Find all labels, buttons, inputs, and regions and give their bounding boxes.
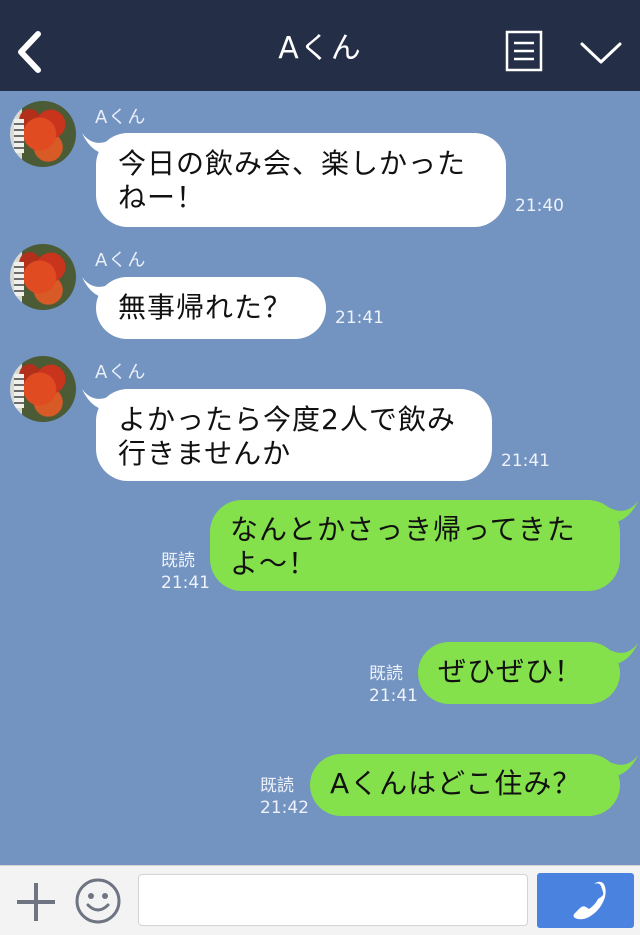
message-time: 21:41	[335, 308, 384, 328]
message-time: 21:41	[501, 451, 550, 471]
message-time: 21:42	[260, 798, 309, 818]
back-button[interactable]	[12, 30, 48, 74]
chevron-left-icon	[18, 31, 41, 73]
message-input-bar	[0, 865, 640, 935]
message-bubble[interactable]: なんとかさっき帰ってきた よ〜！	[210, 500, 620, 591]
smiley-icon	[75, 878, 121, 924]
read-receipt: 既読 21:41	[369, 663, 418, 707]
read-status: 既読	[369, 664, 403, 684]
message-text: よかったら今度2人で飲み	[118, 403, 456, 436]
message-time: 21:41	[369, 686, 418, 706]
chevron-down-icon	[580, 42, 622, 64]
message-time: 21:41	[161, 573, 210, 593]
message-bubble[interactable]: 無事帰れた？	[96, 277, 326, 339]
menu-button[interactable]	[578, 36, 624, 70]
chat-area[interactable]: Aくん 今日の飲み会、楽しかった ねー！ 21:40 Aくん 無事帰れた？ 21…	[0, 91, 640, 865]
message-bubble[interactable]: 今日の飲み会、楽しかった ねー！	[96, 133, 506, 227]
sender-name: Aくん	[95, 107, 147, 128]
message-bubble[interactable]: よかったら今度2人で飲み 行きませんか	[96, 389, 492, 481]
chat-title: Aくん	[278, 31, 362, 66]
chat-header: Aくん	[0, 0, 640, 91]
avatar[interactable]	[10, 101, 76, 167]
read-status: 既読	[260, 776, 294, 796]
message-bubble[interactable]: ぜひぜひ！	[418, 642, 620, 704]
read-receipt: 既読 21:42	[260, 775, 309, 819]
message-text: ぜひぜひ！	[438, 655, 584, 688]
sender-name: Aくん	[95, 250, 147, 271]
message-time: 21:40	[515, 196, 564, 216]
message-input[interactable]	[138, 874, 528, 926]
notes-button[interactable]	[505, 30, 543, 74]
message-text: ねー！	[118, 181, 206, 214]
emoji-button[interactable]	[74, 877, 122, 925]
message-text: 今日の飲み会、楽しかった	[118, 147, 467, 180]
plus-icon	[17, 883, 55, 921]
notes-icon	[505, 30, 543, 72]
message-text: Aくんはどこ住み？	[330, 767, 582, 800]
message-text: 行きませんか	[118, 437, 292, 470]
message-text: 無事帰れた？	[118, 291, 293, 324]
message-bubble[interactable]: Aくんはどこ住み？	[310, 754, 620, 816]
add-attachment-button[interactable]	[14, 880, 58, 924]
read-receipt: 既読 21:41	[161, 550, 210, 594]
call-button[interactable]	[537, 873, 634, 928]
read-status: 既読	[161, 551, 195, 571]
message-text: よ〜！	[230, 547, 318, 580]
phone-icon	[573, 881, 606, 920]
sender-name: Aくん	[95, 362, 147, 383]
avatar[interactable]	[10, 356, 76, 422]
avatar[interactable]	[10, 244, 76, 310]
message-text: なんとかさっき帰ってきた	[230, 513, 576, 546]
